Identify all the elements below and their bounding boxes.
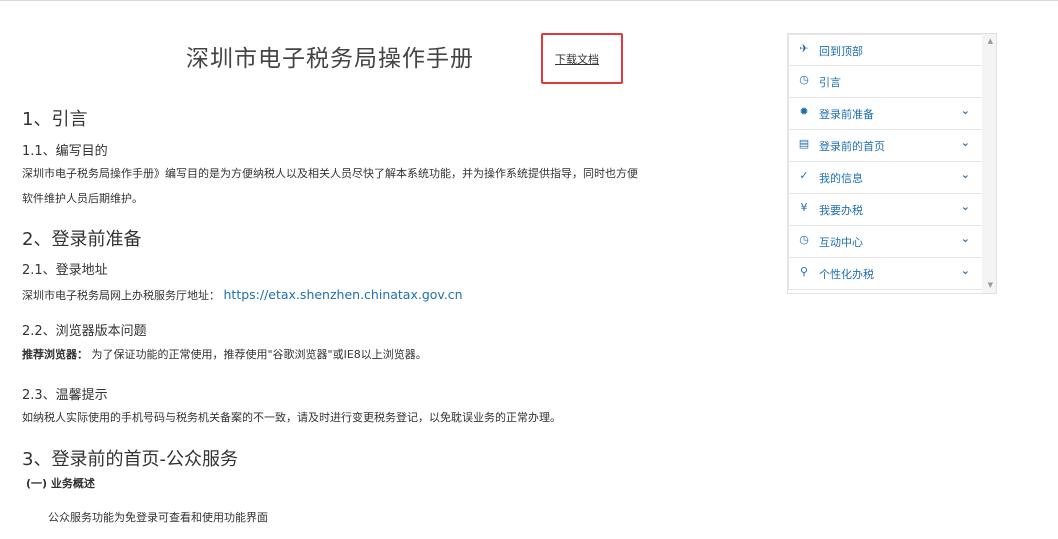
clock-icon: ◷ <box>799 233 809 246</box>
list-icon: ▤ <box>798 137 810 150</box>
side-navigation: ✈ 回到顶部 ◷ 引言 ✹ 登录前准备 ⌄ ▤ 登录前的首页 ⌄ ✓ 我的信息 ⌄ ¥ 我要办税 ⌄ ◷ 互动中心… <box>787 33 997 294</box>
nav-item[interactable]: ✓ 我的信息 ⌄ <box>788 162 983 194</box>
nav-item-label: 个性化办税 <box>819 268 874 281</box>
browser-text: 为了保证功能的正常使用，推荐使用"谷歌浏览器"或IE8以上浏览器。 <box>91 348 427 361</box>
nav-item-label: 登录前准备 <box>819 108 874 121</box>
nav-list: ✈ 回到顶部 ◷ 引言 ✹ 登录前准备 ⌄ ▤ 登录前的首页 ⌄ ✓ 我的信息 ⌄ ¥ 我要办税 ⌄ ◷ 互动中心… <box>788 34 983 290</box>
nav-item[interactable]: ✹ 登录前准备 ⌄ <box>788 98 983 130</box>
nav-item[interactable]: ◷ 引言 <box>788 66 983 98</box>
nav-item[interactable]: ¥ 我要办税 ⌄ <box>788 194 983 226</box>
section-1-1-line1: 深圳市电子税务局操作手册》编写目的是为方便纳税人以及相关人员尽快了解本系统功能，… <box>22 167 638 180</box>
nav-item-label: 互动中心 <box>819 236 863 249</box>
document-title: 深圳市电子税务局操作手册 <box>186 46 474 72</box>
nav-item[interactable]: ▤ 登录前的首页 ⌄ <box>788 130 983 162</box>
search-icon: ⚲ <box>799 265 809 278</box>
section-2-heading: 2、登录前准备 <box>22 229 142 250</box>
nav-item-label: 我的信息 <box>819 172 863 185</box>
nav-item[interactable]: ⚲ 个性化办税 ⌄ <box>788 258 983 290</box>
browser-label: 推荐浏览器： <box>22 348 88 361</box>
etax-url-link[interactable]: https://etax.shenzhen.chinatax.gov.cn <box>224 287 463 302</box>
section-3-heading: 3、登录前的首页-公众服务 <box>22 449 238 470</box>
nav-item[interactable]: ✈ 回到顶部 <box>788 34 983 66</box>
section-2-3-heading: 2.3、温馨提示 <box>22 388 108 403</box>
scroll-up-arrow-icon[interactable]: ▲ <box>988 37 993 45</box>
nav-item-label: 我要办税 <box>819 204 863 217</box>
check-icon: ✓ <box>799 169 809 182</box>
section-2-3-text: 如纳税人实际使用的手机号码与税务机关备案的不一致，请及时进行变更税务登记，以免耽… <box>22 411 561 424</box>
gear-icon: ✹ <box>799 105 809 118</box>
chevron-down-icon[interactable]: ⌄ <box>961 200 970 213</box>
section-3-text: 公众服务功能为免登录可查看和使用功能界面 <box>48 511 268 524</box>
section-1-1-heading: 1.1、编写目的 <box>22 144 108 159</box>
download-document-link[interactable]: 下载文档 <box>555 51 599 67</box>
nav-item-label: 登录前的首页 <box>819 140 885 153</box>
nav-item[interactable]: ◷ 互动中心 ⌄ <box>788 226 983 258</box>
scroll-down-arrow-icon[interactable]: ▼ <box>988 281 993 289</box>
yen-icon: ¥ <box>800 201 808 214</box>
chevron-down-icon[interactable]: ⌄ <box>961 168 970 181</box>
nav-scrollbar[interactable]: ▲ ▼ <box>982 34 996 293</box>
section-1-1-line2: 软件维护人员后期维护。 <box>22 192 143 205</box>
nav-item-label: 引言 <box>819 76 841 89</box>
section-1-1-text: 深圳市电子税务局操作手册》编写目的是为方便纳税人以及相关人员尽快了解本系统功能，… <box>22 161 732 211</box>
section-2-1-heading: 2.1、登录地址 <box>22 263 108 278</box>
nav-item-label: 回到顶部 <box>819 45 863 58</box>
chevron-down-icon[interactable]: ⌄ <box>961 104 970 117</box>
chevron-down-icon[interactable]: ⌄ <box>961 232 970 245</box>
clock-icon: ◷ <box>799 73 809 86</box>
section-2-1-text: 深圳市电子税务局网上办税服务厅地址： https://etax.shenzhen… <box>22 282 732 308</box>
section-1-heading: 1、引言 <box>22 109 88 130</box>
plane-icon: ✈ <box>799 42 809 55</box>
chevron-down-icon[interactable]: ⌄ <box>961 264 970 277</box>
chevron-down-icon[interactable]: ⌄ <box>961 136 970 149</box>
section-2-2-heading: 2.2、浏览器版本问题 <box>22 324 147 339</box>
address-label: 深圳市电子税务局网上办税服务厅地址： <box>22 289 220 302</box>
section-3-subheading: (一) 业务概述 <box>26 477 95 490</box>
section-2-2-text: 推荐浏览器： 为了保证功能的正常使用，推荐使用"谷歌浏览器"或IE8以上浏览器。 <box>22 342 732 367</box>
